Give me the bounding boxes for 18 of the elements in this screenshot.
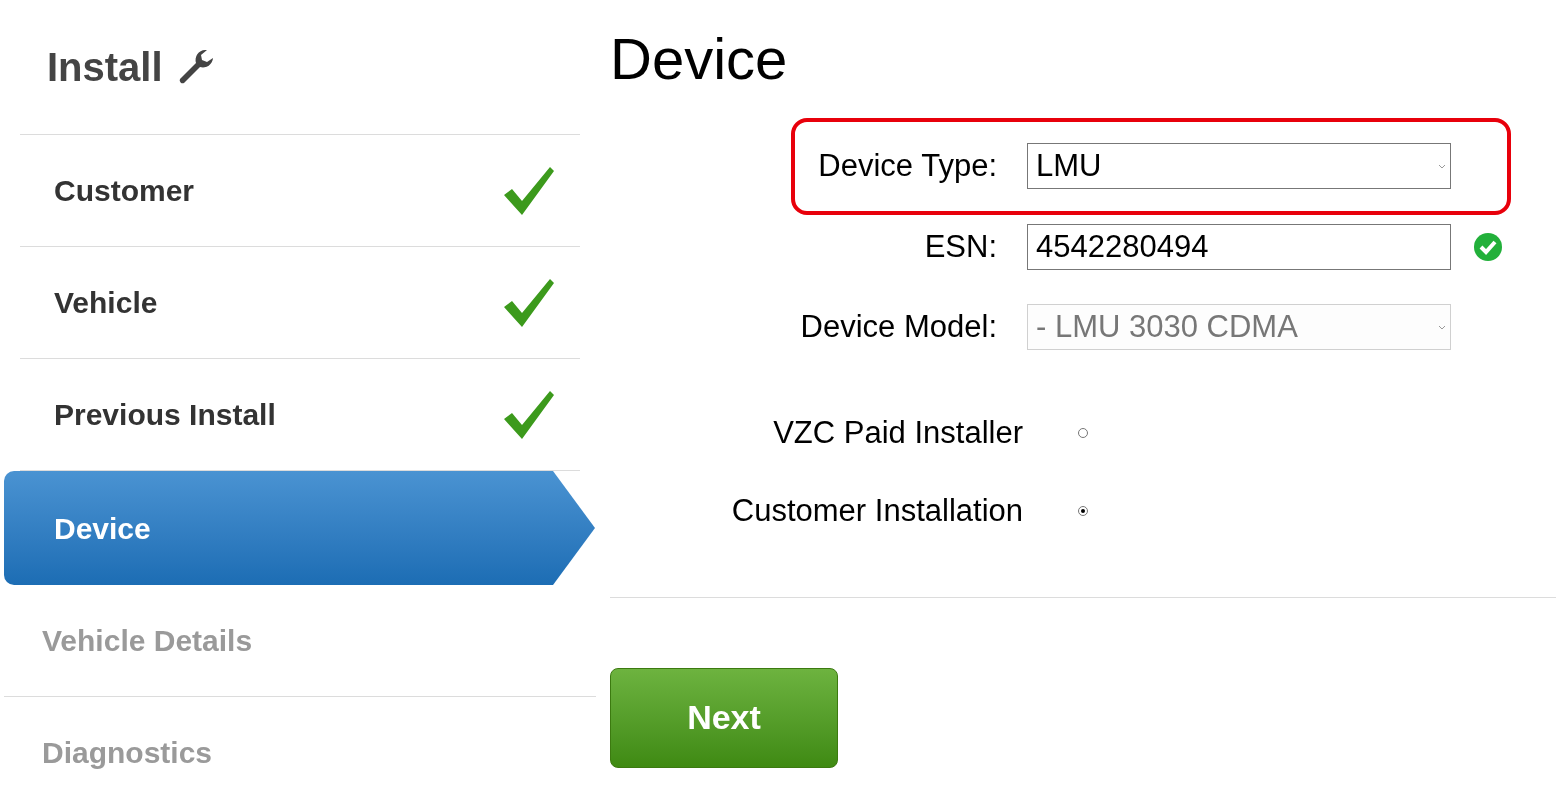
input-field[interactable]: 4542280494 — [1027, 223, 1451, 270]
sidebar-title: Install — [47, 44, 163, 91]
checkmark-icon — [502, 388, 556, 441]
field-label: Device Type: — [818, 147, 997, 185]
radio-label: VZC Paid Installer — [773, 413, 1023, 452]
checkmark-icon — [502, 276, 556, 329]
field-label: ESN: — [924, 227, 997, 266]
checkmark-icon — [502, 164, 556, 217]
page-title: Device — [610, 30, 789, 88]
radio-label: Customer Installation — [731, 492, 1023, 530]
caret-icon — [1438, 163, 1446, 169]
field-label: Device Model: — [800, 308, 997, 346]
check-circle-icon — [1473, 231, 1503, 262]
step-tab[interactable]: Vehicle — [20, 247, 580, 359]
caret-icon — [1438, 324, 1446, 330]
dropdown[interactable]: LMU — [1027, 143, 1451, 190]
step-tab[interactable]: Customer — [20, 135, 580, 247]
step-tab[interactable]: Device — [4, 471, 595, 585]
